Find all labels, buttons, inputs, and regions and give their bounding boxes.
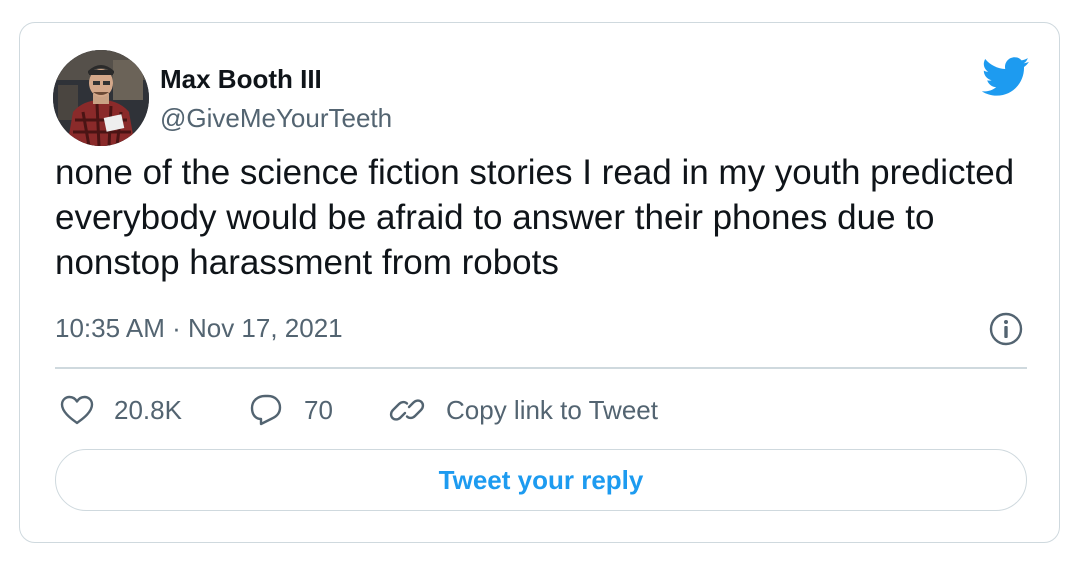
copy-link-action[interactable]: Copy link to Tweet (388, 391, 658, 429)
reply-action[interactable]: 70 (248, 391, 333, 429)
author-name[interactable]: Max Booth III (160, 64, 322, 95)
tweet-text: none of the science fiction stories I re… (55, 153, 1015, 282)
copy-link-label: Copy link to Tweet (446, 394, 658, 425)
author-handle[interactable]: @GiveMeYourTeeth (160, 103, 392, 134)
tweet-your-reply-button[interactable]: Tweet your reply (55, 449, 1027, 511)
info-icon[interactable] (989, 312, 1023, 346)
reply-icon (250, 394, 282, 426)
heart-icon (60, 395, 94, 425)
divider (55, 367, 1027, 369)
tweet-timestamp[interactable]: 10:35 AM · Nov 17, 2021 (55, 313, 343, 344)
reply-count: 70 (304, 394, 333, 425)
tweet-card: Max Booth III @GiveMeYourTeeth none of t… (19, 22, 1060, 543)
link-icon (389, 399, 425, 421)
twitter-bird-icon[interactable] (982, 57, 1030, 97)
like-action[interactable]: 20.8K (60, 391, 182, 429)
like-count: 20.8K (114, 394, 182, 425)
avatar[interactable] (53, 50, 149, 146)
